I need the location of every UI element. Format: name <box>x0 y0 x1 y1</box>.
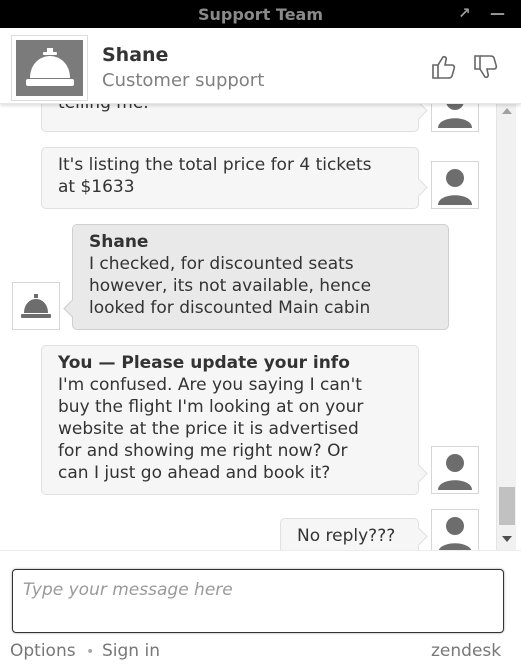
chat-scrollbar[interactable] <box>496 104 516 550</box>
footer-separator: • <box>86 644 95 660</box>
message-line: I'm confused. Are you saying I can't <box>58 375 362 395</box>
service-bell-icon <box>21 294 51 318</box>
user-avatar <box>431 161 479 209</box>
message-line: No reply??? <box>297 526 396 546</box>
popout-icon[interactable]: ↗ <box>458 4 471 22</box>
message-line: looked for discounted Main cabin <box>89 298 371 318</box>
sign-in-link[interactable]: Sign in <box>102 641 160 661</box>
agent-avatar-small <box>12 282 60 330</box>
minimize-icon[interactable]: — <box>490 4 505 22</box>
message-line: website at the price it is advertised <box>58 419 359 439</box>
zendesk-brand-link[interactable]: zendesk <box>431 641 501 661</box>
message-bubble-user: It's listing the total price for 4 ticke… <box>41 147 419 209</box>
service-bell-icon <box>26 48 74 86</box>
user-silhouette-icon <box>438 104 472 128</box>
agent-role: Customer support <box>102 70 265 91</box>
message-bubble-user: You — Please update your info I'm confus… <box>41 345 419 495</box>
message-line: for and showing me right now? Or <box>58 441 348 461</box>
message-sender: You — Please update your info <box>58 353 350 373</box>
message-bubble-agent: Shane I checked, for discounted seats ho… <box>72 224 449 330</box>
thumbs-up-icon[interactable] <box>430 53 458 81</box>
agent-avatar <box>11 35 88 101</box>
message-input[interactable] <box>12 569 504 633</box>
message-line: can I just go ahead and book it? <box>58 463 331 483</box>
user-avatar <box>431 104 479 132</box>
message-line: at $1633 <box>58 177 135 197</box>
scroll-down-arrow-icon[interactable] <box>502 536 512 542</box>
user-silhouette-icon <box>438 454 472 490</box>
message-line: It's listing the total price for 4 ticke… <box>58 155 372 175</box>
user-silhouette-icon <box>438 169 472 205</box>
chat-log[interactable]: telling me. It's listing the total price… <box>0 104 496 550</box>
window-titlebar: Support Team ↗ — <box>0 0 521 28</box>
scroll-thumb[interactable] <box>499 487 515 525</box>
window-title: Support Team <box>197 5 324 24</box>
message-bubble-user: telling me. <box>41 104 419 132</box>
message-bubble-user: No reply??? <box>280 518 419 550</box>
agent-header: Shane Customer support <box>0 28 521 104</box>
message-line: telling me. <box>58 104 149 114</box>
user-avatar <box>431 509 479 550</box>
message-line: I checked, for discounted seats <box>89 254 354 274</box>
agent-name: Shane <box>102 44 169 66</box>
message-line: however, its not available, hence <box>89 276 372 296</box>
options-link[interactable]: Options <box>10 641 76 661</box>
composer: Options • Sign in zendesk <box>0 550 521 665</box>
scroll-up-arrow-icon[interactable] <box>502 108 512 114</box>
message-sender: Shane <box>89 232 149 252</box>
user-silhouette-icon <box>439 517 471 550</box>
message-line: buy the flight I'm looking at on your <box>58 397 364 417</box>
thumbs-down-icon[interactable] <box>472 53 500 81</box>
user-avatar <box>431 446 479 494</box>
